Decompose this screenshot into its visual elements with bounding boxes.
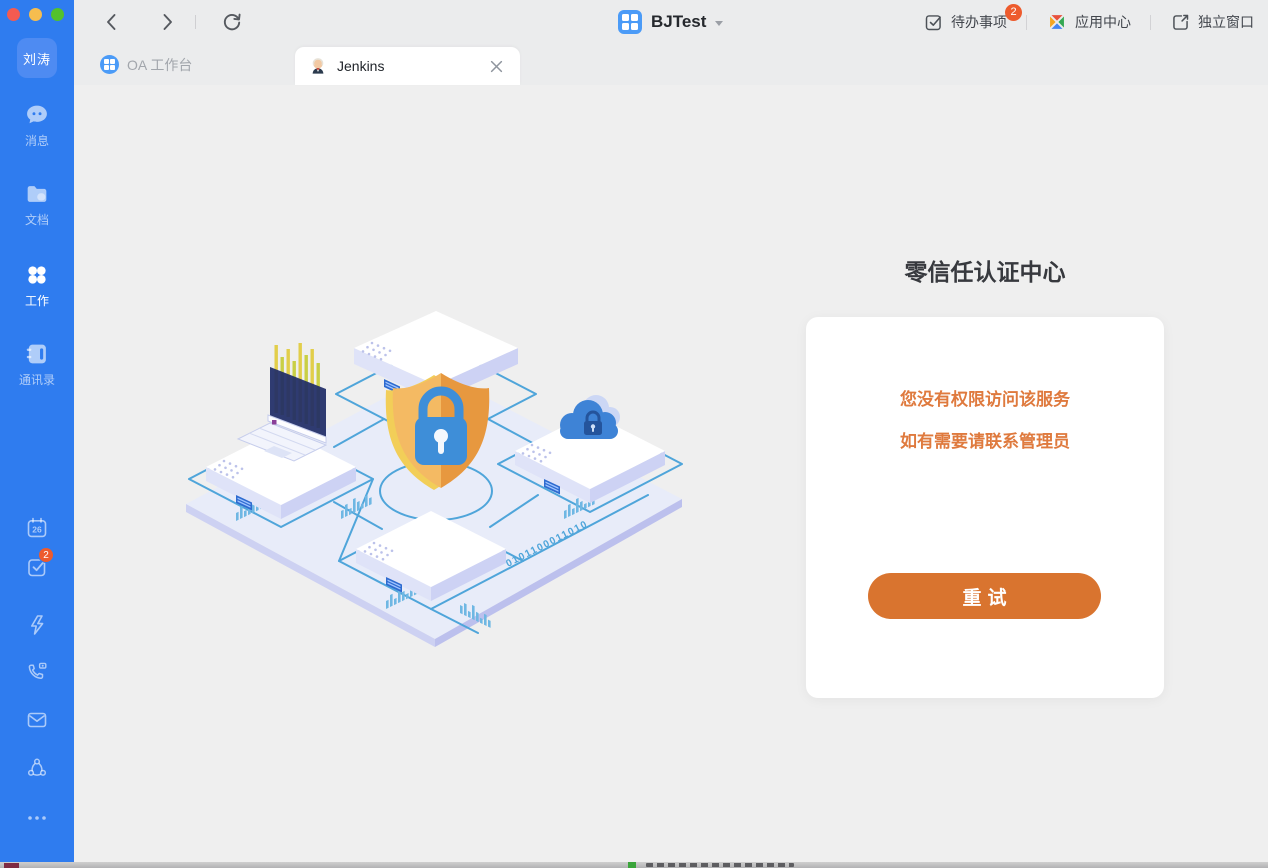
auth-card: 您没有权限访问该服务 如有需要请联系管理员 重试 bbox=[806, 317, 1164, 698]
todo-items-badge: 2 bbox=[1005, 4, 1022, 21]
sidebar-item-messages[interactable]: 消息 bbox=[0, 101, 74, 149]
tab-jenkins[interactable]: Jenkins bbox=[295, 47, 520, 85]
background-window-fragment bbox=[4, 863, 19, 868]
video-call-icon[interactable] bbox=[25, 660, 49, 684]
avatar[interactable]: 刘涛 bbox=[17, 38, 57, 78]
mail-icon[interactable] bbox=[25, 708, 49, 732]
sidebar-item-label: 文档 bbox=[25, 211, 49, 228]
background-green-icon bbox=[628, 862, 636, 868]
jenkins-page-content: 0101100011010 bbox=[74, 85, 1268, 862]
refresh-button[interactable] bbox=[220, 10, 244, 34]
sidebar: 刘涛 消息 文档 工作 bbox=[0, 0, 74, 862]
tab-label: OA 工作台 bbox=[127, 55, 192, 75]
more-icon[interactable] bbox=[25, 806, 49, 830]
permission-message: 您没有权限访问该服务 bbox=[806, 317, 1164, 412]
open-in-window-label: 独立窗口 bbox=[1198, 12, 1254, 32]
sidebar-item-contacts[interactable]: 通讯录 bbox=[0, 340, 74, 388]
background-window-sliver bbox=[0, 862, 1268, 868]
toolbar-divider bbox=[1026, 15, 1027, 30]
app-window: 刘涛 消息 文档 工作 bbox=[0, 0, 1268, 868]
app-center-icon bbox=[1046, 11, 1068, 33]
app-center-button[interactable]: 应用中心 bbox=[1046, 11, 1131, 33]
sidebar-item-work[interactable]: 工作 bbox=[0, 261, 74, 309]
avatar-text: 刘涛 bbox=[23, 49, 51, 68]
sidebar-item-label: 消息 bbox=[25, 132, 49, 149]
workspace-grid-icon bbox=[100, 55, 119, 74]
close-tab-icon[interactable] bbox=[486, 56, 506, 76]
topbar-actions: 待办事项 2 应用中心 bbox=[923, 0, 1254, 44]
calendar-day: 26 bbox=[32, 525, 42, 535]
app-center-label: 应用中心 bbox=[1075, 12, 1131, 32]
retry-button[interactable]: 重试 bbox=[868, 573, 1101, 619]
contact-admin-message: 如有需要请联系管理员 bbox=[806, 412, 1164, 454]
open-in-window-button[interactable]: 独立窗口 bbox=[1170, 12, 1254, 33]
toolbar-divider bbox=[1150, 15, 1151, 30]
jenkins-butler-icon bbox=[309, 57, 327, 75]
workspace-grid-icon bbox=[618, 10, 642, 34]
open-platform-icon[interactable] bbox=[25, 756, 49, 780]
checkbox-icon bbox=[923, 12, 944, 33]
close-window-button[interactable] bbox=[7, 8, 20, 21]
workspace-switcher[interactable]: BJTest bbox=[618, 0, 723, 44]
zero-trust-illustration: 0101100011010 bbox=[178, 299, 690, 659]
calendar-icon[interactable]: 26 bbox=[25, 516, 49, 540]
todo-badge: 2 bbox=[38, 547, 54, 563]
forward-button[interactable] bbox=[155, 10, 179, 34]
background-text-fragment bbox=[646, 863, 794, 867]
todo-items-label: 待办事项 bbox=[951, 12, 1007, 32]
tab-strip: OA 工作台 Jenkins bbox=[74, 44, 1268, 85]
folder-icon bbox=[23, 180, 51, 208]
chat-bubble-icon bbox=[23, 101, 51, 129]
external-window-icon bbox=[1170, 12, 1191, 33]
toolbar-divider bbox=[195, 15, 196, 29]
minimize-window-button[interactable] bbox=[29, 8, 42, 21]
workbench-icon bbox=[23, 261, 51, 289]
topbar: BJTest 待办事项 2 bbox=[74, 0, 1268, 44]
chevron-down-icon bbox=[715, 21, 723, 26]
todo-items-button[interactable]: 待办事项 2 bbox=[923, 12, 1007, 33]
secure-cloud bbox=[560, 395, 620, 439]
lightning-icon[interactable] bbox=[25, 613, 49, 637]
sidebar-item-label: 工作 bbox=[25, 292, 49, 309]
sidebar-item-docs[interactable]: 文档 bbox=[0, 180, 74, 228]
workspace-title: BJTest bbox=[651, 12, 706, 32]
page-title: 零信任认证中心 bbox=[806, 253, 1164, 287]
laptop bbox=[238, 343, 326, 461]
sidebar-item-label: 通讯录 bbox=[19, 371, 55, 388]
back-button[interactable] bbox=[100, 10, 124, 34]
tab-oa-workspace[interactable]: OA 工作台 bbox=[100, 44, 192, 85]
contacts-icon bbox=[23, 340, 51, 368]
window-controls bbox=[0, 8, 74, 22]
zoom-window-button[interactable] bbox=[51, 8, 64, 21]
tab-label: Jenkins bbox=[337, 58, 384, 74]
